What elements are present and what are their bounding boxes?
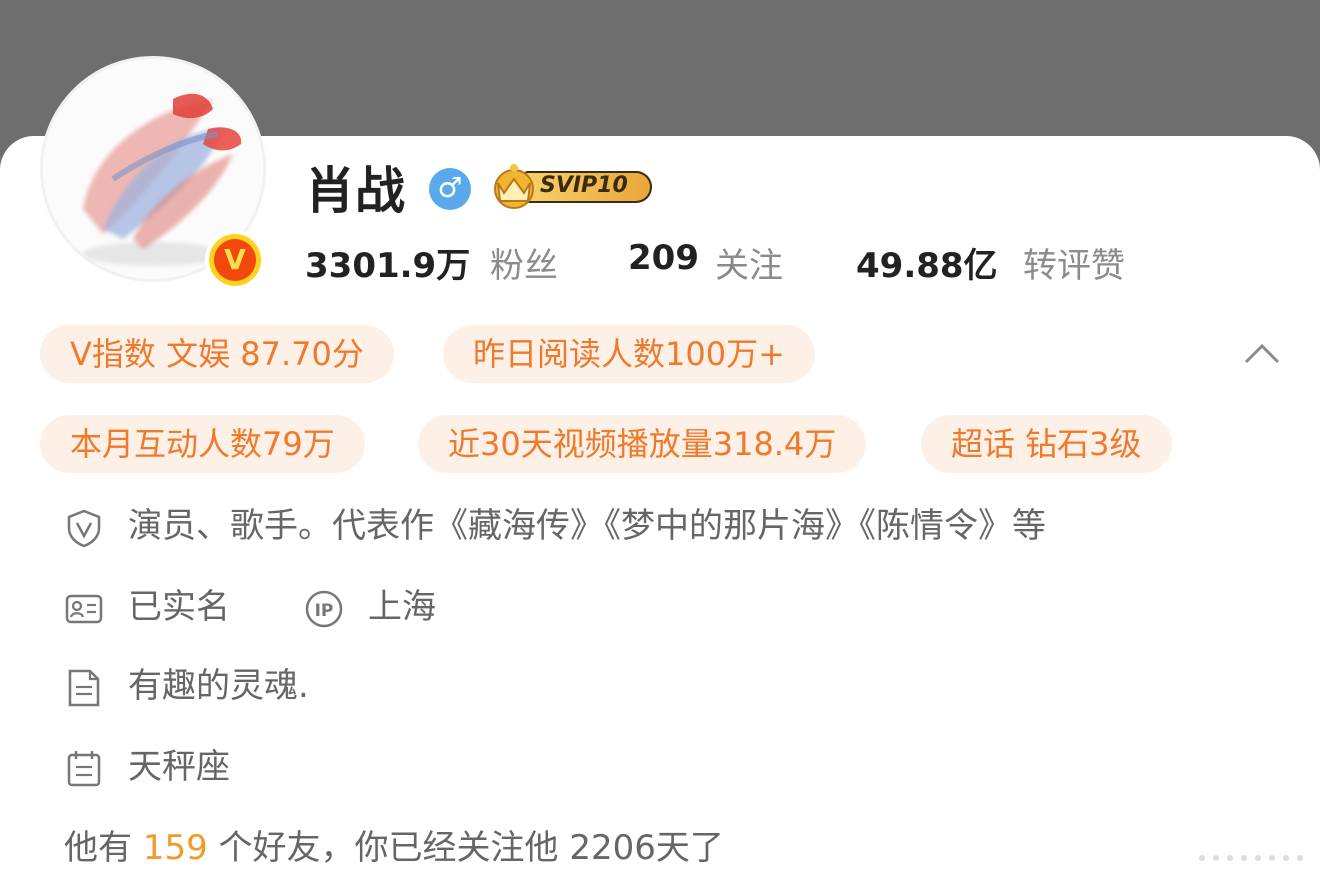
v-index-chip[interactable]: V指数 文娱 87.70分: [40, 325, 394, 383]
id-card-icon: [65, 594, 103, 624]
bio-text: 演员、歌手。代表作《藏海传》《梦中的那片海》《陈情令》等: [128, 506, 1046, 546]
shield-v-icon: [67, 509, 101, 548]
monthly-interactions-chip[interactable]: 本月互动人数79万: [40, 415, 365, 473]
yesterday-readers-chip[interactable]: 昨日阅读人数100万+: [443, 325, 815, 383]
follow-days: 2206: [569, 828, 656, 868]
interactions-label: 转评赞: [1023, 246, 1125, 286]
super-topic-chip[interactable]: 超话 钻石3级: [921, 415, 1172, 473]
friends-count[interactable]: 159: [143, 828, 208, 868]
friends-prefix: 他有: [64, 828, 132, 868]
following-count[interactable]: 209: [628, 238, 699, 278]
profile-name: 肖战: [305, 162, 405, 220]
real-name-status: 已实名: [128, 587, 230, 627]
svg-text:IP: IP: [315, 601, 334, 621]
ip-location: 上海: [368, 587, 436, 627]
gender-male-icon: ♂: [429, 168, 471, 210]
svip-badge[interactable]: SVIP10: [486, 163, 658, 211]
crown-icon: [494, 164, 534, 209]
fans-count[interactable]: 3301.9万: [305, 238, 470, 287]
ip-icon: IP: [305, 590, 343, 628]
calendar-icon: [67, 751, 101, 787]
svip-label: SVIP10: [540, 173, 628, 198]
constellation-text: 天秤座: [128, 747, 230, 787]
verified-badge: V: [205, 230, 265, 290]
watermark-dots: [1199, 855, 1303, 861]
verified-v-mark: V: [214, 239, 256, 281]
fans-label: 粉丝: [490, 246, 558, 286]
chevron-up-icon[interactable]: [1242, 338, 1282, 368]
interactions-count[interactable]: 49.88亿: [856, 238, 998, 287]
follow-days-end: 天了: [655, 828, 724, 868]
following-label: 关注: [715, 246, 783, 286]
document-icon: [68, 669, 100, 707]
video-plays-chip[interactable]: 近30天视频播放量318.4万: [418, 415, 867, 473]
friends-summary: 他有 159 个好友，你已经关注他 2206天了: [64, 826, 724, 870]
description-text: 有趣的灵魂.: [128, 666, 309, 706]
friends-suffix: 个好友，你已经关注他: [218, 828, 559, 868]
